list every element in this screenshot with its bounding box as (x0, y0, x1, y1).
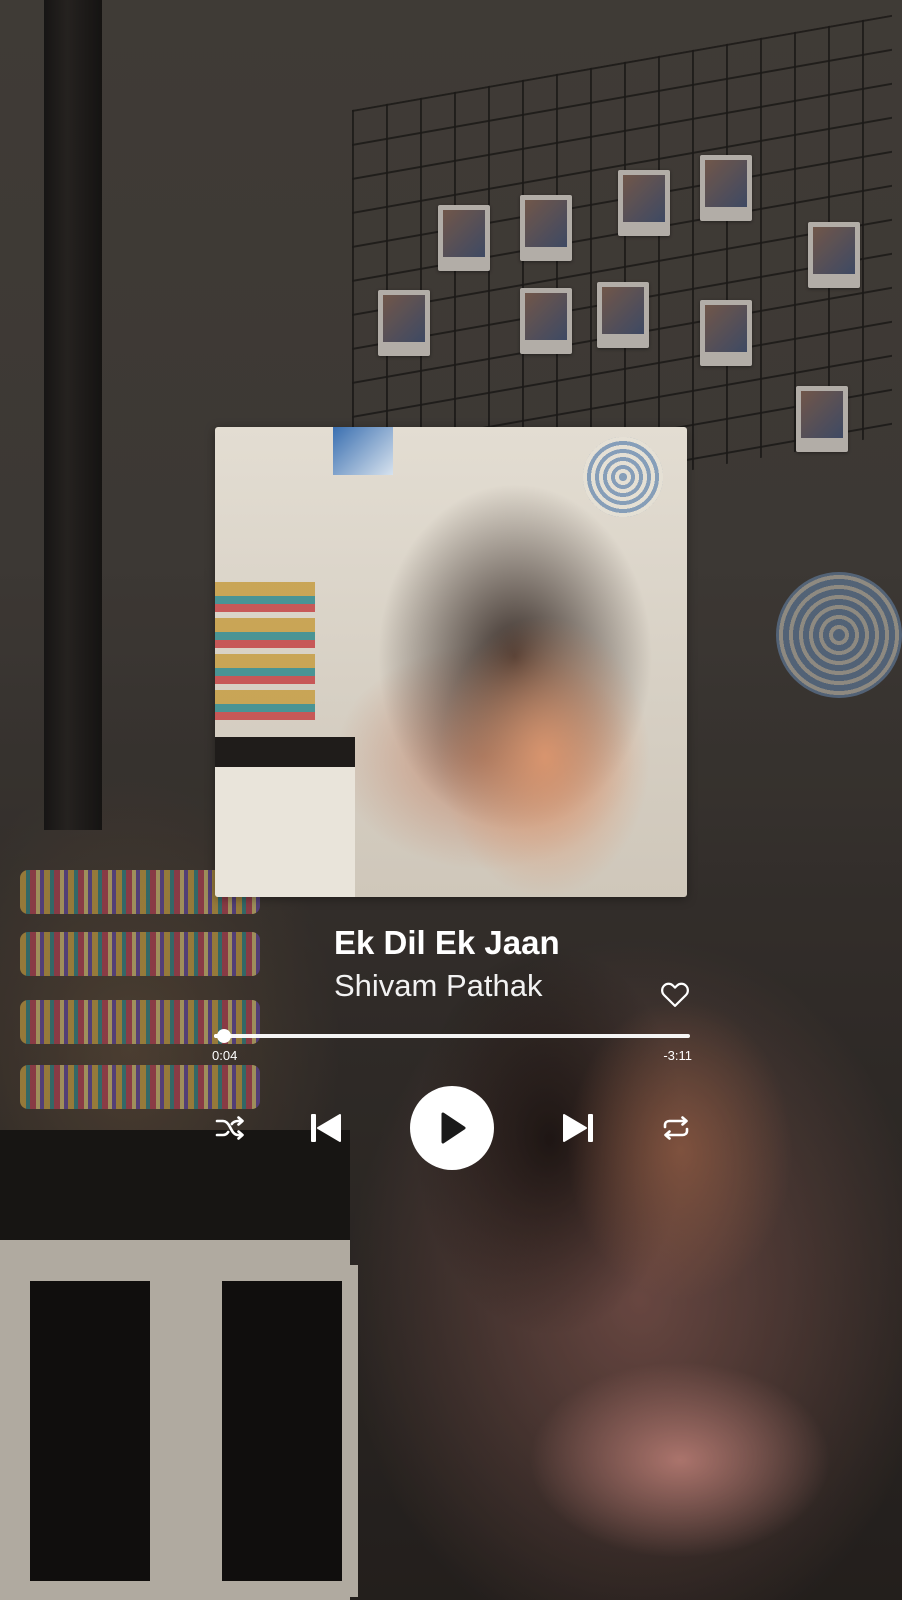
shuffle-button[interactable] (210, 1110, 250, 1146)
repeat-icon (663, 1116, 689, 1140)
artwork-sketch (583, 437, 663, 517)
shuffle-icon (215, 1116, 244, 1140)
artwork-poster (333, 427, 393, 475)
progress-bar[interactable] (214, 1029, 690, 1043)
music-player-screen: Ek Dil Ek Jaan Shivam Pathak 0:04 -3:11 (0, 0, 902, 1600)
artwork-bangle-rack (215, 582, 315, 722)
play-icon (441, 1112, 466, 1144)
album-artwork (215, 427, 687, 897)
artwork-counter (215, 737, 355, 897)
like-button[interactable] (660, 980, 690, 1008)
heart-outline-icon (661, 982, 689, 1007)
skip-next-icon (563, 1114, 593, 1142)
play-button[interactable] (410, 1086, 494, 1170)
skip-previous-icon (311, 1114, 341, 1142)
track-title: Ek Dil Ek Jaan (334, 924, 560, 961)
remaining-time: -3:11 (663, 1048, 692, 1063)
elapsed-time: 0:04 (212, 1048, 238, 1063)
repeat-button[interactable] (656, 1110, 696, 1146)
artist-name[interactable]: Shivam Pathak (334, 968, 654, 1004)
previous-button[interactable] (304, 1106, 348, 1150)
next-button[interactable] (556, 1106, 600, 1150)
progress-thumb[interactable] (216, 1029, 231, 1043)
